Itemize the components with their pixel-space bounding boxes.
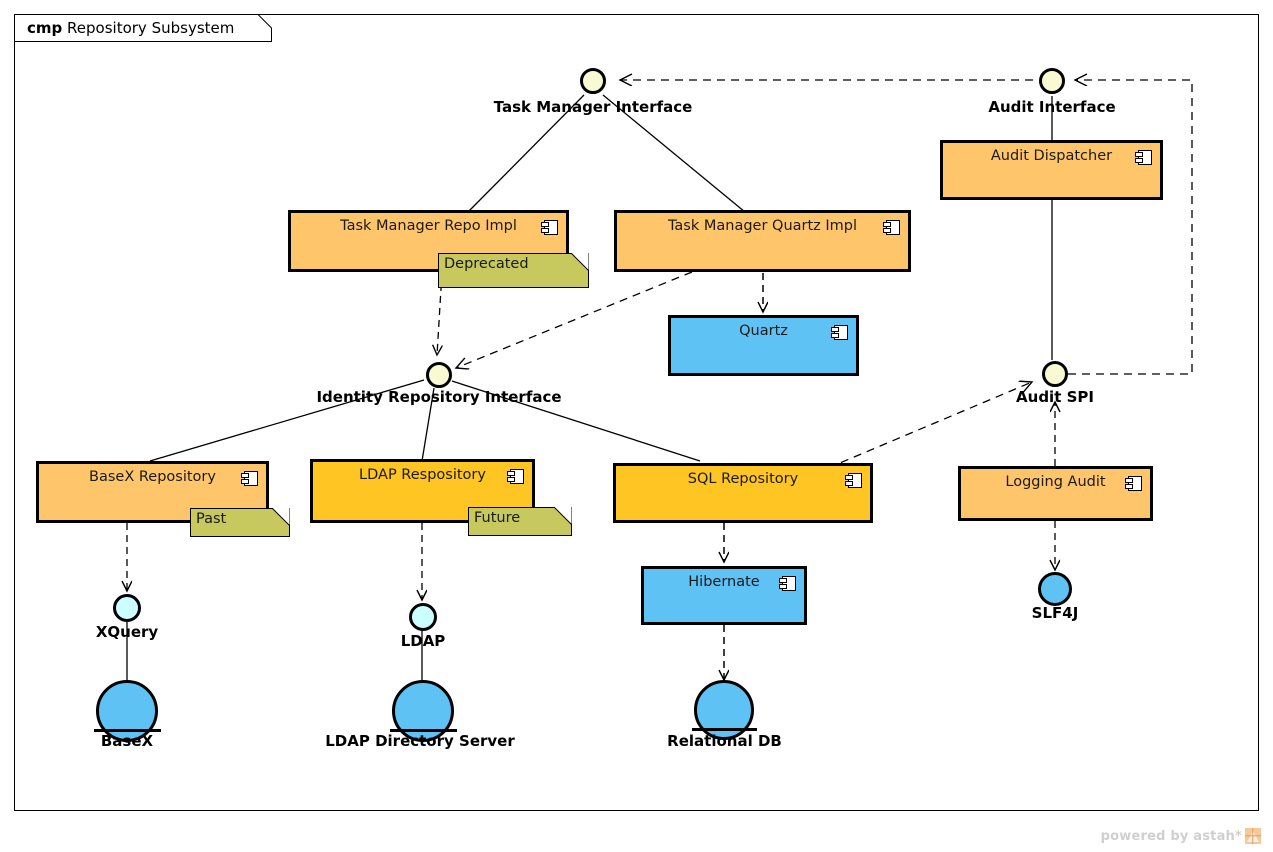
component-icon: [831, 325, 848, 340]
component-label: Logging Audit: [1005, 474, 1106, 490]
astah-watermark: powered by astah*: [1101, 828, 1261, 844]
component-icon: [779, 576, 796, 591]
component-icon: [1125, 476, 1142, 491]
interface-label-audit: Audit Interface: [988, 98, 1116, 116]
component-hibernate[interactable]: Hibernate: [641, 566, 807, 625]
note-fold-corner: [571, 253, 589, 271]
component-icon: [507, 469, 524, 484]
watermark-text: powered by astah*: [1100, 828, 1242, 844]
component-icon: [541, 220, 558, 235]
diagram-canvas: cmp Repository Subsystem Task Manager In…: [0, 0, 1273, 852]
note-text: Deprecated: [444, 256, 529, 272]
interface-ball-audit[interactable]: [1039, 68, 1065, 94]
component-task-manager-quartz-impl[interactable]: Task Manager Quartz Impl: [614, 210, 911, 272]
note-fold-corner: [272, 508, 290, 526]
component-quartz[interactable]: Quartz: [668, 315, 859, 376]
frame-title-text: Repository Subsystem: [67, 19, 235, 37]
artifact-circle-ldap[interactable]: [409, 603, 437, 631]
component-icon: [1135, 150, 1152, 165]
note-past[interactable]: Past: [190, 508, 290, 537]
component-label: Task Manager Quartz Impl: [667, 218, 858, 234]
component-icon: [241, 471, 258, 486]
component-icon: [845, 473, 862, 488]
artifact-label-xquery: XQuery: [95, 623, 159, 641]
note-fold-corner: [554, 507, 572, 525]
component-audit-dispatcher[interactable]: Audit Dispatcher: [940, 140, 1163, 200]
interface-label-audit-spi: Audit SPI: [1016, 388, 1094, 406]
interface-ball-audit-spi[interactable]: [1042, 361, 1068, 387]
component-label: SQL Repository: [687, 471, 799, 487]
interface-ball-identity-repository[interactable]: [426, 362, 452, 388]
interface-ball-task-manager[interactable]: [580, 68, 606, 94]
component-label: BaseX Repository: [89, 469, 216, 485]
component-logging-audit[interactable]: Logging Audit: [958, 466, 1153, 521]
artifact-circle-xquery[interactable]: [113, 594, 141, 622]
component-label: Quartz: [739, 323, 788, 339]
component-label: LDAP Respository: [359, 467, 486, 483]
node-label-basex: BaseX: [100, 732, 154, 750]
node-label-ldap-directory-server: LDAP Directory Server: [325, 732, 515, 750]
frame-title: cmp Repository Subsystem: [27, 19, 234, 37]
interface-label-task-manager: Task Manager Interface: [493, 98, 693, 116]
node-underline-relational-db: [692, 728, 757, 731]
component-label: Audit Dispatcher: [990, 148, 1113, 164]
note-deprecated[interactable]: Deprecated: [438, 253, 589, 288]
note-text: Future: [474, 510, 521, 526]
interface-label-identity-repository: Identity Repository Interface: [316, 388, 562, 406]
note-text: Past: [196, 511, 227, 527]
artifact-circle-slf4j[interactable]: [1038, 572, 1072, 606]
artifact-label-ldap: LDAP: [400, 632, 446, 650]
astah-logo-icon: [1245, 828, 1261, 844]
artifact-label-slf4j: SLF4J: [1031, 604, 1079, 622]
component-icon: [883, 220, 900, 235]
frame-keyword: cmp: [27, 19, 63, 37]
diagram-frame: [14, 14, 1259, 811]
component-label: Task Manager Repo Impl: [340, 218, 517, 234]
note-future[interactable]: Future: [468, 507, 572, 536]
node-label-relational-db: Relational DB: [667, 732, 782, 750]
node-circle-relational-db[interactable]: [694, 680, 754, 740]
component-sql-repository[interactable]: SQL Repository: [613, 463, 873, 523]
